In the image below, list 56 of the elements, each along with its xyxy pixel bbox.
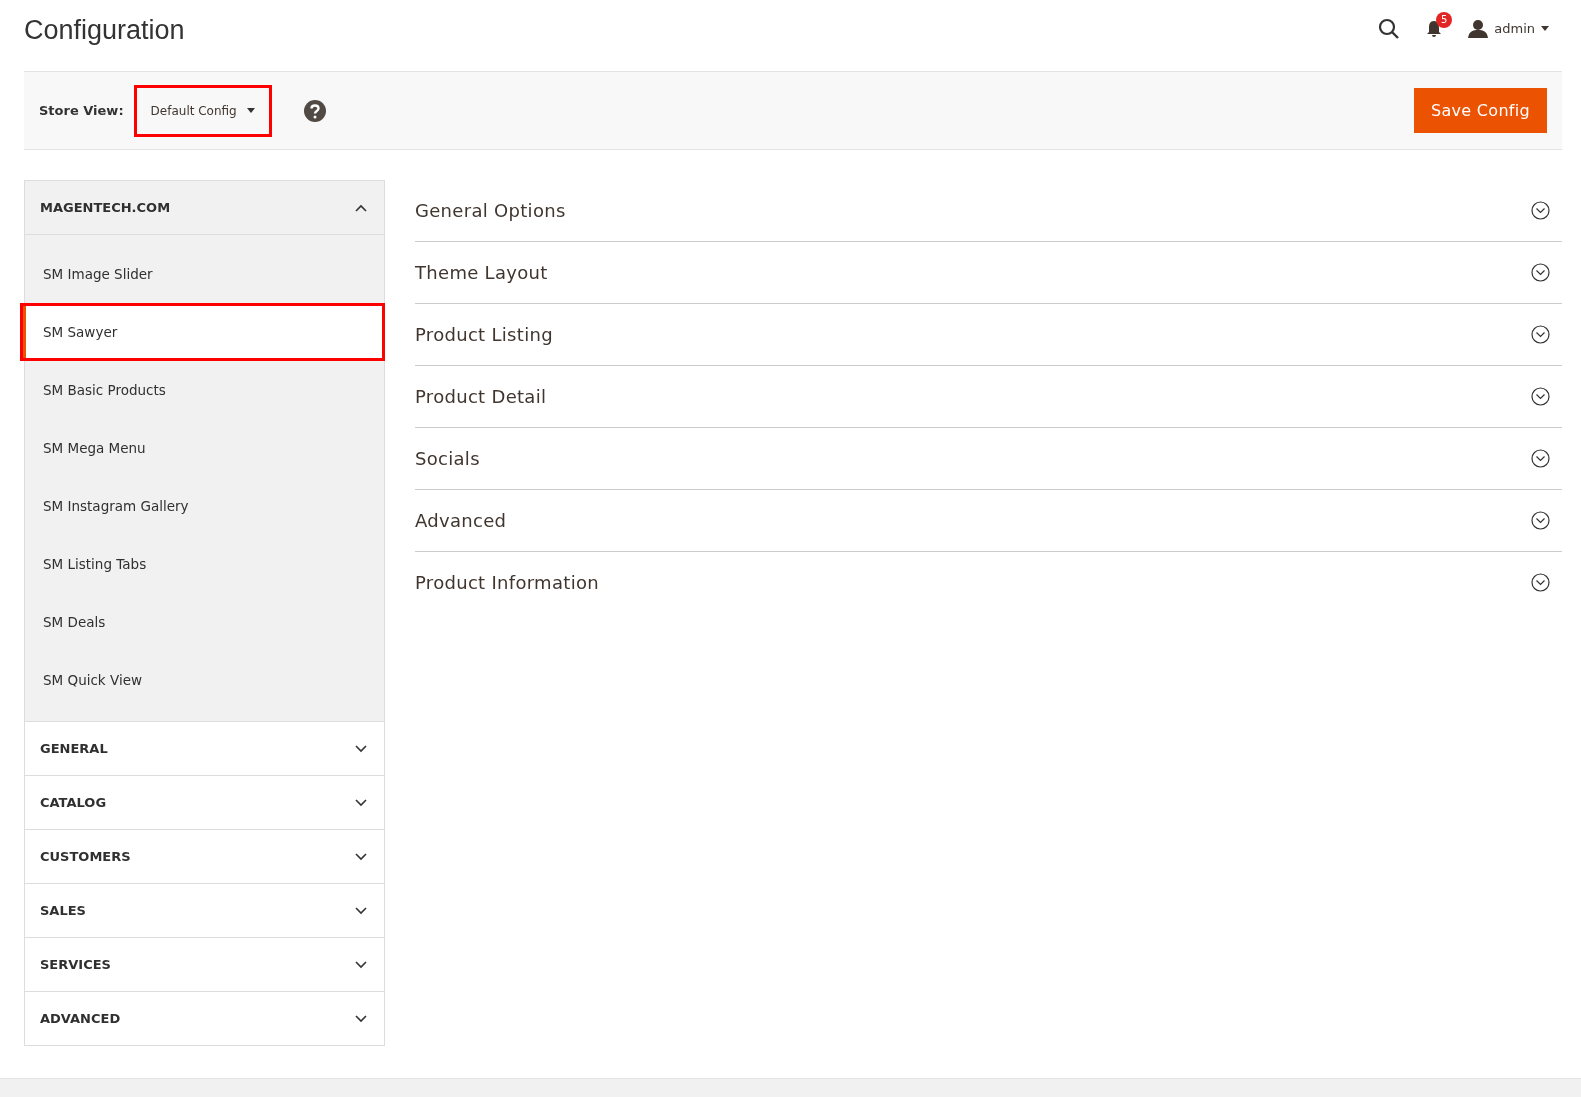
section-header[interactable]: Socials [415,428,1562,490]
expand-icon [1531,325,1550,344]
user-icon [1468,19,1489,38]
chevron-down-icon [355,1014,367,1023]
help-icon[interactable] [303,99,326,122]
sidebar-item[interactable]: SM Mega Menu [20,419,385,477]
group-title: CATALOG [40,795,107,810]
page-title: Configuration [24,15,186,46]
expand-icon [1531,387,1550,406]
notification-badge: 5 [1436,11,1453,28]
store-view-label: Store View: [39,103,124,118]
group-title: ADVANCED [40,1011,121,1026]
group-title: SERVICES [40,957,111,972]
expand-icon [1531,449,1550,468]
search-icon[interactable] [1378,17,1401,40]
section-title: Advanced [415,510,507,531]
user-menu[interactable]: admin [1468,19,1549,38]
section-header[interactable]: Product Listing [415,304,1562,366]
group-title: SALES [40,903,86,918]
section-title: Product Detail [415,386,547,407]
store-view-dropdown[interactable]: Default Config [133,84,272,137]
caret-icon [246,108,255,113]
expand-icon [1531,573,1550,592]
bell-icon[interactable] [1426,19,1443,38]
sidebar-item[interactable]: SM Image Slider [20,245,385,303]
section-header[interactable]: Advanced [415,490,1562,552]
sidebar-item[interactable]: SM Sawyer [20,303,385,361]
caret-icon [1541,26,1549,31]
section-title: Socials [415,448,480,469]
group-title: CUSTOMERS [40,849,131,864]
section-title: Theme Layout [415,262,548,283]
expand-icon [1531,511,1550,530]
save-config-button[interactable]: Save Config [1414,88,1547,133]
chevron-down-icon [355,798,367,807]
sidebar-item[interactable]: SM Instagram Gallery [20,477,385,535]
sidebar-item[interactable]: SM Quick View [20,651,385,709]
chevron-up-icon [355,203,367,212]
section-title: Product Information [415,572,599,593]
sidebar-item[interactable]: SM Listing Tabs [20,535,385,593]
sidebar-group-header[interactable]: MAGENTECH.COM [25,181,384,235]
chevron-down-icon [355,852,367,861]
section-title: Product Listing [415,324,553,345]
sidebar-item[interactable]: SM Basic Products [20,361,385,419]
group-title: MAGENTECH.COM [40,200,171,215]
chevron-down-icon [355,960,367,969]
section-header[interactable]: Product Detail [415,366,1562,428]
expand-icon [1531,263,1550,282]
section-header[interactable]: Product Information [415,552,1562,613]
section-header[interactable]: Theme Layout [415,242,1562,304]
chevron-down-icon [355,744,367,753]
sidebar-item[interactable]: SM Deals [20,593,385,651]
group-title: GENERAL [40,741,108,756]
section-title: General Options [415,200,566,221]
chevron-down-icon [355,906,367,915]
section-header[interactable]: General Options [415,180,1562,242]
expand-icon [1531,201,1550,220]
